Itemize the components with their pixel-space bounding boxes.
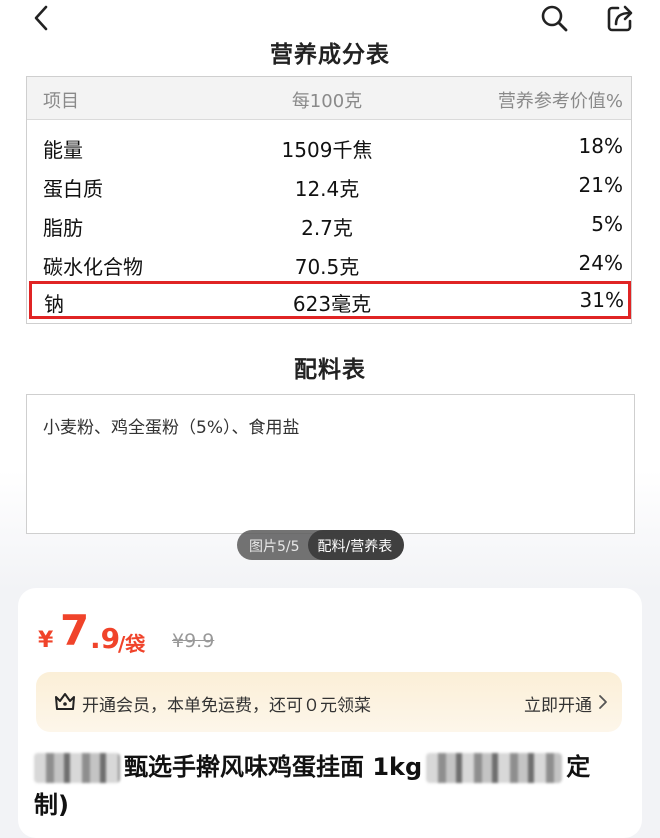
header-per-100g: 每100克 [291, 91, 363, 112]
nutrition-title-text: 营养成分表 [268, 35, 392, 72]
membership-open-link[interactable]: 立即开通 [524, 691, 592, 716]
chevron-right-icon[interactable] [596, 694, 610, 710]
row-nrv: 31% [579, 288, 624, 312]
row-nrv: 21% [578, 173, 623, 197]
image-category-label[interactable]: 配料/营养表 [307, 530, 405, 560]
row-nrv: 24% [578, 251, 623, 275]
product-title: 甄选手擀风味鸡蛋挂面 1kg 定制) [34, 748, 624, 824]
ingredients-title: 配料表 [0, 350, 660, 387]
image-counter[interactable]: 图片5/5 配料/营养表 [237, 530, 405, 560]
table-row-carbohydrate: 碳水化合物 70.5克 24% [27, 244, 631, 282]
row-nrv: 18% [578, 134, 623, 158]
row-amount: 12.4克 [294, 177, 360, 201]
row-item: 脂肪 [43, 216, 83, 240]
ingredients-text: 小麦粉、鸡全蛋粉（5%）、食用盐 [43, 418, 300, 438]
table-row-fat: 脂肪 2.7克 5% [27, 205, 631, 243]
nutrition-title: 营养成分表 [0, 35, 660, 72]
image-index: 图片5/5 [249, 539, 300, 555]
crown-icon [55, 693, 75, 710]
nutrition-table-header: 项目 每100克 营养参考价值% [27, 77, 631, 120]
blurred-brand [34, 753, 120, 783]
row-item: 蛋白质 [43, 177, 103, 201]
search-icon[interactable] [538, 2, 570, 34]
product-title-part1: 甄选手擀风味鸡蛋挂面 1kg [124, 753, 423, 781]
product-title-part3: 制) [34, 791, 69, 819]
price-decimal: .9 [90, 622, 121, 655]
row-item: 能量 [43, 138, 83, 162]
row-amount: 623毫克 [292, 292, 372, 316]
ingredients-title-text: 配料表 [292, 350, 368, 387]
table-row-energy: 能量 1509千焦 18% [27, 127, 631, 165]
blurred-text [426, 753, 563, 783]
price-integer: 7 [60, 606, 90, 655]
row-amount: 70.5克 [294, 255, 360, 279]
row-amount: 1509千焦 [281, 138, 373, 162]
back-icon[interactable] [28, 4, 56, 32]
membership-banner[interactable]: 开通会员，本单免运费，还可０元领菜 立即开通 [36, 672, 622, 732]
row-item: 钠 [44, 292, 64, 316]
ingredients-box: 小麦粉、鸡全蛋粉（5%）、食用盐 [26, 394, 635, 534]
product-title-part2: 定 [566, 753, 591, 781]
membership-text: 开通会员，本单免运费，还可０元领菜 [82, 696, 371, 716]
row-amount: 2.7克 [301, 216, 353, 240]
header-nrv: 营养参考价值% [497, 91, 623, 112]
price-unit: /袋 [118, 632, 146, 656]
table-row-sodium-highlighted: 钠 623毫克 31% [29, 281, 631, 319]
nutrition-table: 项目 每100克 营养参考价值% 能量 1509千焦 18% 蛋白质 12.4克… [26, 76, 632, 324]
header-item: 项目 [43, 91, 79, 112]
row-item: 碳水化合物 [43, 255, 143, 279]
share-icon[interactable] [604, 2, 636, 34]
table-row-protein: 蛋白质 12.4克 21% [27, 166, 631, 204]
price-currency: ¥ [38, 628, 54, 653]
product-card: ¥ 7 .9 /袋 ¥9.9 开通会员，本单免运费，还可０元领菜 立即开通 甄选… [18, 588, 642, 838]
original-price: ¥9.9 [172, 630, 215, 652]
row-nrv: 5% [591, 212, 623, 236]
